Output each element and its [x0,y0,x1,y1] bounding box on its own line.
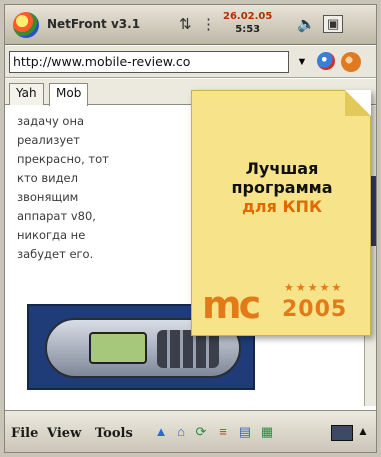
article-line: реализует [17,133,80,147]
title-bar: NetFront v3.1 ⇅ ⋮ 26.02.05 5:53 🔈 ▣ [5,5,376,45]
menu-tools[interactable]: Tools [95,426,133,441]
signal-icon[interactable]: ⋮ [201,15,216,33]
volume-icon[interactable]: 🔈 [297,15,316,33]
tab-mob[interactable]: Mob [49,83,89,106]
clock-time: 5:53 [235,24,261,35]
menu-view[interactable]: View [47,426,81,441]
go-icon[interactable] [341,52,361,72]
logo-letters: mc [202,283,261,327]
note-fold [345,90,371,116]
logo-year: 2005 [282,297,348,322]
article-line: забудет его. [17,247,94,261]
award-line-3: для КПК [241,197,323,216]
url-input[interactable]: http://www.mobile-review.co [9,51,289,73]
save-icon[interactable]: ▤ [237,424,253,440]
bookmark-icon[interactable]: ▲ [153,424,169,440]
article-line: никогда не [17,228,86,242]
app-title: NetFront v3.1 [47,17,141,31]
globe-icon[interactable] [317,52,335,70]
logo-stars: ★★★★★ [284,282,344,294]
history-icon[interactable]: ≡ [215,424,231,440]
start-icon[interactable] [13,12,39,38]
clock[interactable]: 26.02.05 5:53 [223,10,272,36]
article-text: задачу она реализует прекрасно, тот кто … [17,112,177,264]
award-line-2: программа [231,178,333,197]
award-caption: Лучшая программа для КПК [202,159,362,216]
phone-screen [89,332,147,364]
article-line: задачу она [17,114,85,128]
article-line: звонящим [17,190,79,204]
chevron-down-icon[interactable]: ▼ [293,53,311,71]
menu-file[interactable]: File [11,426,38,441]
up-arrow-icon[interactable]: ▲ [357,424,369,438]
close-icon[interactable]: ▣ [323,15,344,33]
tab-yah[interactable]: Yah [9,83,44,105]
mc-2005-logo: ★★★★★ mc 2005 [202,279,362,325]
award-line-1: Лучшая [245,159,319,178]
award-note: Лучшая программа для КПК ★★★★★ mc 2005 [191,90,371,336]
connectivity-icon[interactable]: ⇅ [179,15,192,33]
screen: NetFront v3.1 ⇅ ⋮ 26.02.05 5:53 🔈 ▣ http… [4,4,377,453]
device-frame: NetFront v3.1 ⇅ ⋮ 26.02.05 5:53 🔈 ▣ http… [0,0,381,457]
article-line: кто видел [17,171,78,185]
home-icon[interactable]: ⌂ [173,424,189,440]
clock-date: 26.02.05 [223,11,273,22]
refresh-icon[interactable]: ⟳ [193,424,209,440]
keyboard-icon[interactable] [331,425,353,441]
address-bar: http://www.mobile-review.co ▼ [5,46,376,78]
screen-icon[interactable]: ▦ [259,424,275,440]
article-line: прекрасно, тот [17,152,109,166]
menu-bar: File View Tools ▲ ⌂ ⟳ ≡ ▤ ▦ ▲ [5,410,376,452]
article-line: аппарат v80, [17,209,96,223]
